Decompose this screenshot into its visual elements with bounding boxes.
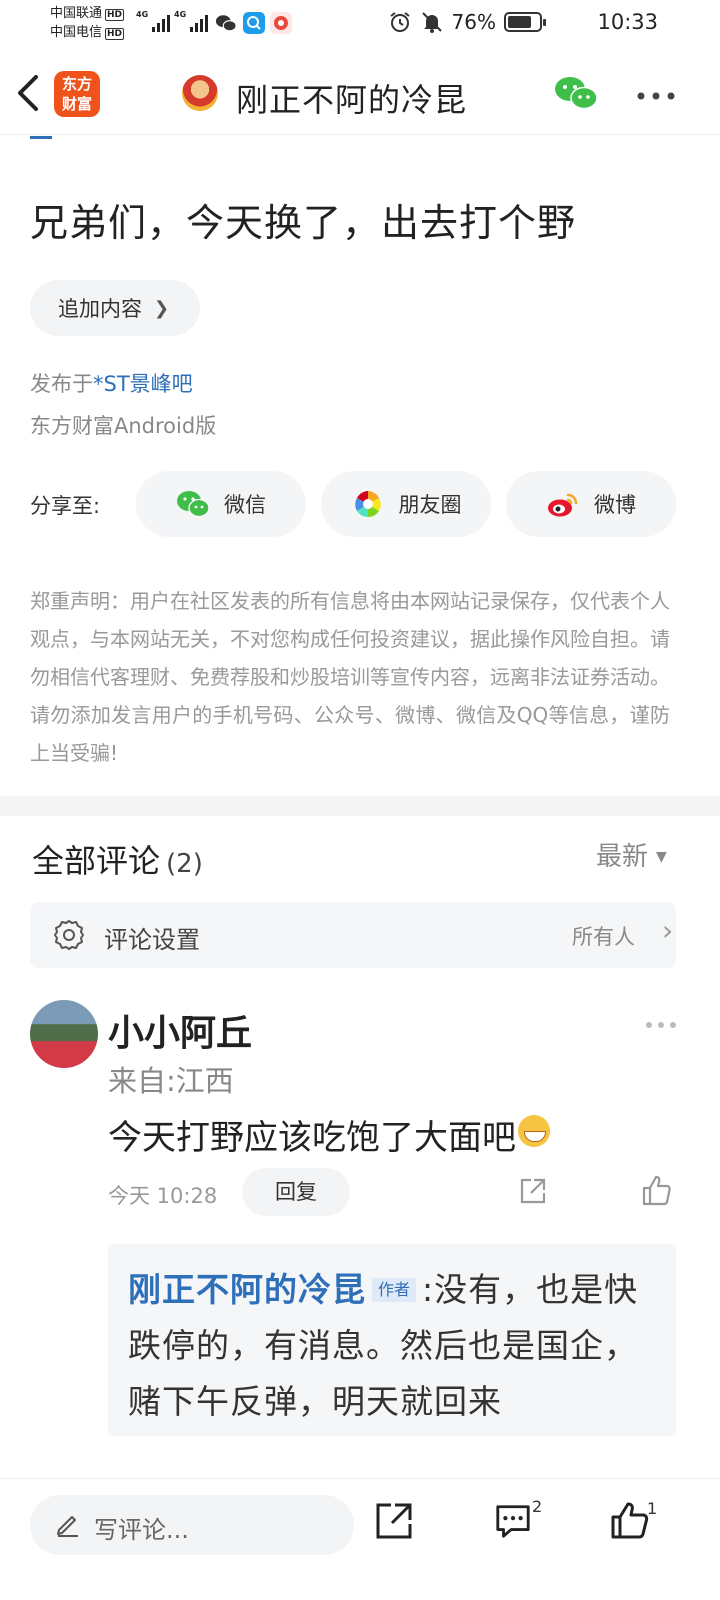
weibo-icon: [548, 493, 578, 517]
thumbs-up-icon[interactable]: [610, 1501, 650, 1541]
share-moments-label: 朋友圈: [398, 493, 462, 517]
carrier-2: 中国电信: [50, 25, 103, 40]
page-title[interactable]: 刚正不阿的冷昆: [236, 75, 467, 121]
battery-percent: 76%: [451, 10, 496, 34]
like-count-badge: 1: [647, 1499, 658, 1518]
scrolled-content-edge: [30, 136, 52, 139]
hd-badge: HD: [105, 28, 125, 40]
comments-heading: 全部评论 (2): [32, 836, 203, 882]
comment-settings-row[interactable]: 评论设置 所有人 ›: [30, 902, 676, 968]
more-options-icon[interactable]: [644, 1020, 678, 1030]
share-wechat-label: 微信: [224, 493, 266, 517]
comment-time: 今天 10:28: [108, 1184, 218, 1208]
write-comment-input[interactable]: 写评论...: [30, 1495, 354, 1555]
battery-icon: [504, 12, 546, 32]
commenter-location: 来自:江西: [108, 1064, 234, 1098]
reply-author-name[interactable]: 刚正不阿的冷昆: [128, 1270, 366, 1309]
author-badge: 作者: [372, 1278, 417, 1302]
comments-title: 全部评论: [32, 842, 161, 880]
share-label: 分享至:: [30, 494, 101, 518]
comment-body: 今天打野应该吃饱了大面吧: [108, 1110, 550, 1159]
comments-count: (2): [166, 849, 203, 879]
bottom-action-bar: 写评论... 2 1: [0, 1478, 720, 1600]
share-icon[interactable]: [518, 1176, 548, 1206]
pencil-icon: [57, 1516, 78, 1537]
comment-settings-value: 所有人: [572, 925, 635, 949]
add-content-label: 追加内容: [58, 297, 142, 321]
carrier-1: 中国联通: [50, 6, 103, 21]
carrier-info: 中国联通 HD 中国电信 HD: [50, 4, 125, 42]
thumbs-up-icon[interactable]: [640, 1174, 674, 1208]
app-logo-text: 财富: [61, 95, 92, 113]
grin-emoji-icon: [518, 1115, 550, 1147]
game-app-icon: [270, 12, 292, 34]
chevron-right-icon: ›: [662, 914, 674, 947]
alarm-icon: [389, 12, 410, 32]
more-options-icon[interactable]: [636, 91, 676, 101]
comment-icon[interactable]: [494, 1501, 532, 1541]
status-bar: 中国联通 HD 中国电信 HD 4G 4G 76% 10:33: [0, 0, 720, 50]
battery-fill: [508, 16, 531, 28]
comment-count-badge: 2: [532, 1497, 543, 1516]
share-icon[interactable]: [374, 1501, 414, 1541]
caret-down-icon: ▼: [656, 849, 667, 865]
sort-dropdown[interactable]: 最新 ▼: [596, 836, 667, 873]
disclaimer-text: 郑重声明：用户在社区发表的所有信息将由本网站记录保存，仅代表个人观点，与本网站无…: [30, 589, 670, 765]
hd-badge: HD: [105, 9, 125, 21]
signal-icon: 4G: [136, 10, 171, 32]
share-weibo-button[interactable]: 微博: [506, 471, 676, 537]
status-right: 76%: [388, 10, 546, 34]
signal-icon: 4G: [174, 10, 209, 32]
gear-icon: [54, 920, 84, 950]
author-reply: 刚正不阿的冷昆 作者:没有，也是快跌停的，有消息。然后也是国企，赌下午反弹，明天就…: [108, 1244, 676, 1436]
reply-button[interactable]: 回复: [242, 1168, 350, 1216]
back-arrow-icon[interactable]: [14, 73, 44, 113]
share-moments-button[interactable]: 朋友圈: [321, 471, 491, 537]
section-divider: [0, 796, 720, 816]
network-type: 4G: [136, 10, 149, 19]
chevron-right-icon: ❯: [154, 297, 170, 319]
wechat-share-icon[interactable]: [554, 75, 598, 111]
published-in: 发布于*ST景峰吧: [30, 368, 193, 398]
comment-text: 今天打野应该吃饱了大面吧: [108, 1118, 516, 1158]
published-prefix: 发布于: [30, 372, 93, 396]
mute-icon: [421, 12, 442, 33]
network-type: 4G: [174, 10, 187, 19]
top-nav: 东方 财富 刚正不阿的冷昆: [0, 55, 720, 135]
share-weibo-label: 微博: [594, 493, 636, 517]
author-avatar[interactable]: [182, 75, 218, 111]
client-source: 东方财富Android版: [30, 414, 217, 438]
add-content-button[interactable]: 追加内容 ❯: [30, 280, 200, 336]
moments-icon: [354, 491, 381, 518]
clock: 10:33: [597, 10, 658, 34]
search-app-icon: [243, 12, 265, 34]
commenter-avatar[interactable]: [30, 1000, 98, 1068]
wechat-icon: [177, 491, 210, 518]
stock-bar-link[interactable]: *ST景峰吧: [93, 372, 193, 396]
wechat-notification-icon: [215, 15, 237, 32]
share-wechat-button[interactable]: 微信: [136, 471, 306, 537]
post-title: 兄弟们，今天换了，出去打个野: [30, 201, 577, 245]
write-comment-placeholder: 写评论...: [94, 1516, 189, 1544]
app-logo-text: 东方: [61, 75, 92, 93]
commenter-name[interactable]: 小小阿丘: [108, 1004, 252, 1056]
sort-label: 最新: [596, 842, 649, 872]
comment-settings-label: 评论设置: [104, 926, 200, 954]
app-logo[interactable]: 东方 财富: [54, 71, 100, 117]
